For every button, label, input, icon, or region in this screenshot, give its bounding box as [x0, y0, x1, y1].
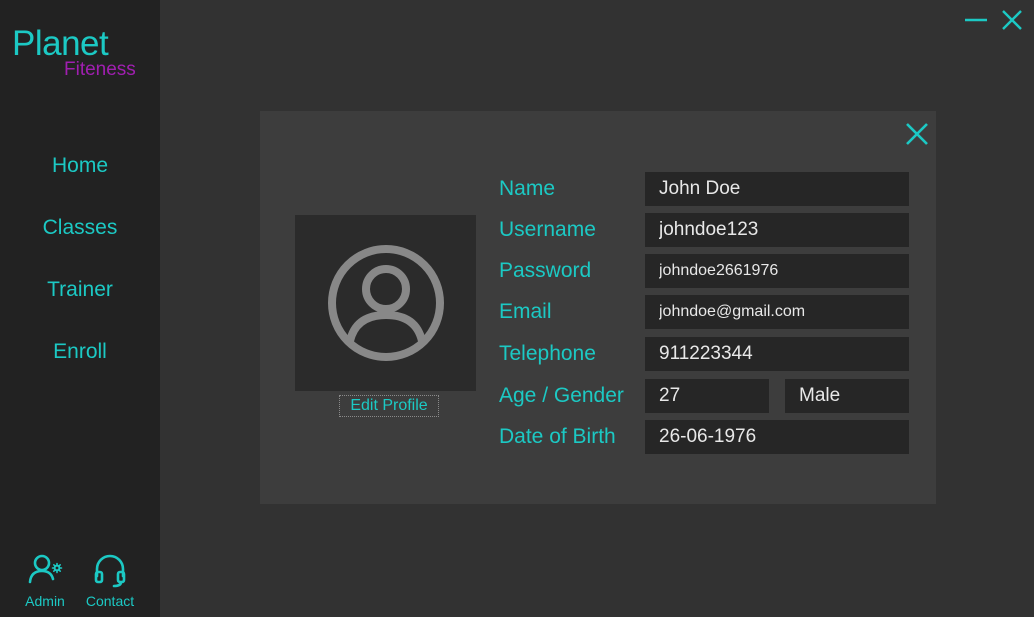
dob-field[interactable]: [645, 420, 909, 454]
user-circle-icon: [327, 245, 444, 361]
close-icon: [1002, 10, 1022, 30]
email-field[interactable]: [645, 295, 909, 329]
contact-label: Contact: [85, 593, 135, 609]
window-close-button[interactable]: [998, 6, 1026, 34]
telephone-field[interactable]: [645, 337, 909, 371]
name-field[interactable]: [645, 172, 909, 206]
username-field[interactable]: [645, 213, 909, 247]
minimize-icon: [965, 18, 987, 22]
admin-button[interactable]: Admin: [15, 552, 75, 614]
user-gear-icon: [28, 554, 63, 584]
headset-icon: [94, 554, 126, 588]
nav-enroll[interactable]: Enroll: [0, 332, 160, 372]
password-label: Password: [499, 259, 592, 282]
profile-panel: Edit Profile Name Username Password Emai…: [260, 111, 936, 504]
email-label: Email: [499, 300, 552, 323]
username-label: Username: [499, 218, 596, 241]
brand-sub: Fiteness: [64, 59, 136, 80]
nav-home[interactable]: Home: [0, 146, 160, 186]
edit-profile-button[interactable]: Edit Profile: [339, 395, 439, 417]
telephone-label: Telephone: [499, 342, 596, 365]
brand-logo: Planet Fiteness: [12, 24, 152, 84]
age-gender-label: Age / Gender: [499, 384, 624, 407]
nav-classes[interactable]: Classes: [0, 208, 160, 248]
avatar: [295, 215, 476, 391]
contact-button[interactable]: Contact: [80, 552, 140, 614]
age-field[interactable]: [645, 379, 769, 413]
panel-close-button[interactable]: [902, 119, 932, 149]
minimize-button[interactable]: [962, 6, 990, 34]
brand-name: Planet: [12, 24, 109, 63]
password-field[interactable]: [645, 254, 909, 288]
gender-field[interactable]: [785, 379, 909, 413]
nav-trainer[interactable]: Trainer: [0, 270, 160, 310]
dob-label: Date of Birth: [499, 425, 616, 448]
name-label: Name: [499, 177, 556, 200]
admin-label: Admin: [25, 593, 65, 609]
sidebar: Planet Fiteness Home Classes Trainer Enr…: [0, 0, 160, 617]
close-icon: [906, 123, 928, 145]
